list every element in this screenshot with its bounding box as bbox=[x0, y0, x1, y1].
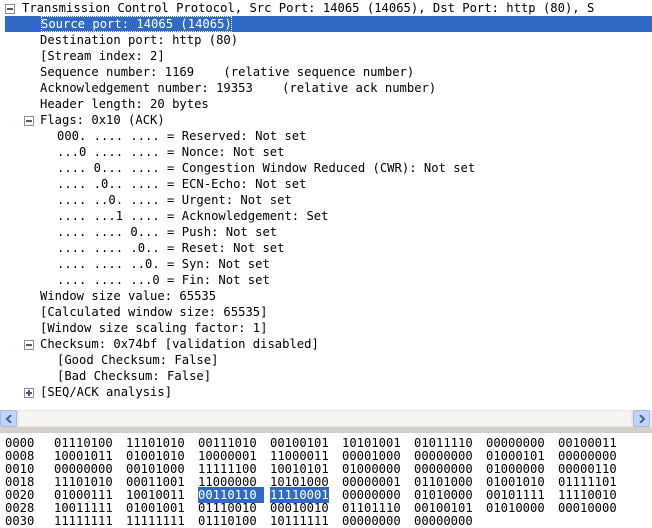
tree-row-selected[interactable]: Source port: 14065 (14065) bbox=[5, 16, 652, 32]
tree-row[interactable]: Sequence number: 1169 (relative sequence… bbox=[0, 64, 652, 80]
tree-row[interactable]: Destination port: http (80) bbox=[0, 32, 652, 48]
tree-row[interactable]: .... .... 0... = Push: Not set bbox=[0, 224, 652, 240]
tree-row-label: 000. .... .... = Reserved: Not set bbox=[57, 129, 307, 143]
collapse-icon[interactable] bbox=[24, 116, 34, 126]
tree-row-label: Header length: 20 bytes bbox=[40, 97, 209, 111]
tree-row-label: Source port: 14065 (14065) bbox=[41, 16, 232, 32]
chevron-left-icon bbox=[5, 415, 12, 423]
bytes-row: 0030 11111111 11111111 01110100 10111111 0000… bbox=[0, 513, 652, 528]
tree-row[interactable]: [Stream index: 2] bbox=[0, 48, 652, 64]
tree-row-label: .... ..0. .... = Urgent: Not set bbox=[57, 193, 292, 207]
tree-row[interactable]: [Calculated window size: 65535] bbox=[0, 304, 652, 320]
scroll-left-button[interactable] bbox=[0, 410, 17, 427]
packet-bytes-pane[interactable]: 0000 01110100 11101010 00111010 00100101 1010… bbox=[0, 433, 652, 528]
byte-value[interactable]: 11111111 bbox=[126, 513, 185, 528]
tree-row-label: [Window size scaling factor: 1] bbox=[40, 321, 268, 335]
chevron-right-icon bbox=[639, 415, 646, 423]
byte-value[interactable]: 01110100 bbox=[198, 513, 257, 528]
tree-row-label: Flags: 0x10 (ACK) bbox=[40, 113, 165, 127]
tree-row-label: .... .... 0... = Push: Not set bbox=[57, 225, 278, 239]
byte-value[interactable]: 10111111 bbox=[270, 513, 329, 528]
tree-row-label: Checksum: 0x74bf [validation disabled] bbox=[40, 337, 319, 351]
tree-row-label: Transmission Control Protocol, Src Port:… bbox=[22, 1, 595, 15]
tree-row-label: .... ...1 .... = Acknowledgement: Set bbox=[57, 209, 329, 223]
tree-row[interactable]: [Good Checksum: False] bbox=[0, 352, 652, 368]
tree-row-label: [Stream index: 2] bbox=[40, 49, 165, 63]
tree-row[interactable]: .... .... ..0. = Syn: Not set bbox=[0, 256, 652, 272]
horizontal-scrollbar[interactable] bbox=[0, 410, 652, 427]
tree-row-label: [Calculated window size: 65535] bbox=[40, 305, 268, 319]
tree-row[interactable]: Flags: 0x10 (ACK) bbox=[0, 112, 652, 128]
tree-row-label: Sequence number: 1169 (relative sequence… bbox=[40, 65, 415, 79]
tree-row[interactable]: ...0 .... .... = Nonce: Not set bbox=[0, 144, 652, 160]
byte-value[interactable]: 00000000 bbox=[414, 513, 473, 528]
tree-row-label: [Good Checksum: False] bbox=[57, 353, 219, 367]
tree-row[interactable]: [Window size scaling factor: 1] bbox=[0, 320, 652, 336]
collapse-icon[interactable] bbox=[5, 4, 15, 14]
byte-value[interactable]: 11111111 bbox=[54, 513, 113, 528]
tree-row-label: ...0 .... .... = Nonce: Not set bbox=[57, 145, 285, 159]
tree-row[interactable]: Checksum: 0x74bf [validation disabled] bbox=[0, 336, 652, 352]
tree-row-label: .... .0.. .... = ECN-Echo: Not set bbox=[57, 177, 307, 191]
tree-row-label: .... .... ..0. = Syn: Not set bbox=[57, 257, 270, 271]
tree-row-label: [Bad Checksum: False] bbox=[57, 369, 212, 383]
scroll-track[interactable] bbox=[19, 411, 631, 426]
byte-offset: 0030 bbox=[5, 514, 35, 528]
tree-row[interactable]: [SEQ/ACK analysis] bbox=[0, 384, 652, 400]
tree-row[interactable]: .... .... ...0 = Fin: Not set bbox=[0, 272, 652, 288]
tree-row[interactable]: Window size value: 65535 bbox=[0, 288, 652, 304]
tree-row[interactable]: .... ..0. .... = Urgent: Not set bbox=[0, 192, 652, 208]
tree-row[interactable]: [Bad Checksum: False] bbox=[0, 368, 652, 384]
scroll-right-button[interactable] bbox=[633, 410, 650, 427]
tree-row[interactable]: Transmission Control Protocol, Src Port:… bbox=[0, 0, 652, 16]
tree-row[interactable]: .... .0.. .... = ECN-Echo: Not set bbox=[0, 176, 652, 192]
expand-icon[interactable] bbox=[24, 388, 34, 398]
tree-row-label: [SEQ/ACK analysis] bbox=[40, 385, 173, 399]
tree-row-label: Acknowledgement number: 19353 (relative … bbox=[40, 81, 437, 95]
collapse-icon[interactable] bbox=[24, 340, 34, 350]
byte-value[interactable]: 00000000 bbox=[342, 513, 401, 528]
tree-row[interactable]: .... ...1 .... = Acknowledgement: Set bbox=[0, 208, 652, 224]
tree-row-label: .... .... .0.. = Reset: Not set bbox=[57, 241, 285, 255]
tree-row[interactable]: .... .... .0.. = Reset: Not set bbox=[0, 240, 652, 256]
tree-row-label: Window size value: 65535 bbox=[40, 289, 217, 303]
packet-details-tree[interactable]: Transmission Control Protocol, Src Port:… bbox=[0, 0, 652, 410]
tree-row[interactable]: Header length: 20 bytes bbox=[0, 96, 652, 112]
tree-row[interactable]: .... 0... .... = Congestion Window Reduc… bbox=[0, 160, 652, 176]
tree-row-label: .... 0... .... = Congestion Window Reduc… bbox=[57, 161, 476, 175]
tree-row-label: Destination port: http (80) bbox=[40, 33, 239, 47]
tree-row[interactable]: Acknowledgement number: 19353 (relative … bbox=[0, 80, 652, 96]
tree-row-label: .... .... ...0 = Fin: Not set bbox=[57, 273, 270, 287]
tree-row[interactable]: 000. .... .... = Reserved: Not set bbox=[0, 128, 652, 144]
